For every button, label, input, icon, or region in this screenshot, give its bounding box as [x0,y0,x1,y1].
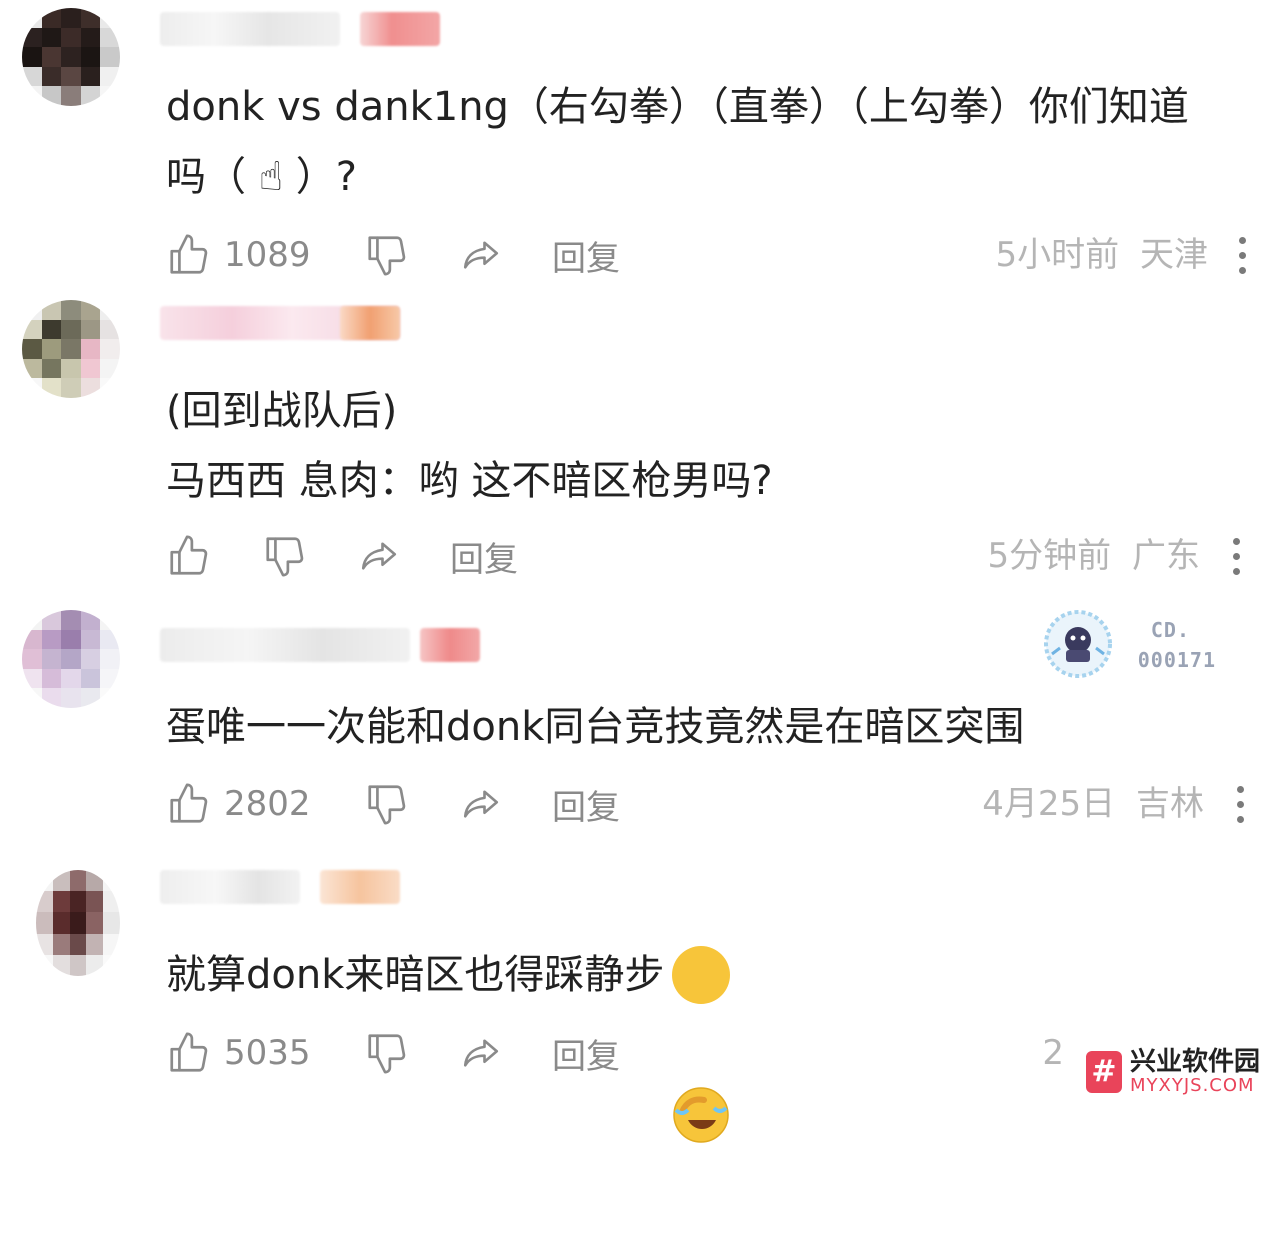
user-badge [320,870,400,904]
user-badge [360,12,440,46]
reply-button[interactable]: 回复 [450,532,518,581]
share-button[interactable] [358,535,400,577]
comment-time: 5分钟前 [987,536,1112,576]
thumbs-up-icon [166,781,212,827]
thumbs-down-icon [262,533,308,579]
comment-text: donk vs dank1ng（右勾拳）（直拳）（上勾拳）你们知道 吗（ ☝ ）… [166,84,1189,200]
username[interactable] [160,12,340,46]
watermark: # 兴业软件园 MYXYJS.COM [1085,1048,1260,1096]
thumbs-up-icon [166,533,212,579]
share-arrow-icon [358,535,400,577]
watermark-logo: # [1085,1051,1122,1093]
thumbs-up-icon [166,232,212,278]
dislike-button[interactable] [364,232,410,278]
reply-button[interactable]: 回复 [552,780,620,829]
like-count: 5035 [224,1033,311,1073]
username[interactable] [160,870,300,904]
dislike-button[interactable] [364,781,410,827]
reply-button[interactable]: 回复 [552,1029,620,1078]
avatar[interactable] [22,610,120,708]
share-arrow-icon [460,1032,502,1074]
like-button[interactable]: 2802 [166,781,324,827]
comment-meta: 4月25日 吉林 [982,774,1204,834]
more-button[interactable] [1232,225,1252,285]
like-count: 2802 [224,784,311,824]
share-button[interactable] [460,1032,502,1074]
comment-location: 广东 [1132,536,1200,576]
comment-location: 天津 [1140,235,1208,275]
comment-actions: 2802 回复 [166,774,620,834]
comment-3: CD. 000171 蛋唯一一次能和donk同台竞技竟然是在暗区突围 2802 … [0,600,1274,860]
share-arrow-icon [460,234,502,276]
comment-time: 5小时前 [995,235,1120,275]
more-vertical-icon [1232,537,1240,545]
thumbs-down-icon [364,781,410,827]
watermark-title: 兴业软件园 [1129,1047,1260,1077]
user-badge [340,306,400,340]
username[interactable] [160,628,410,662]
avatar[interactable] [22,8,120,106]
share-arrow-icon [460,783,502,825]
like-button[interactable]: 5035 [166,1030,324,1076]
like-button[interactable] [166,533,212,579]
medal-code-line2: 000171 [1137,648,1216,672]
share-button[interactable] [460,234,502,276]
avatar[interactable] [36,870,120,976]
thumbs-down-icon [364,1030,410,1076]
medal-badge[interactable] [1038,604,1118,684]
more-vertical-icon [1236,785,1244,793]
dislike-button[interactable] [262,533,308,579]
comment-meta: 5分钟前 广东 [988,526,1200,586]
thumbs-up-icon [166,1030,212,1076]
comment-actions: 1089 回复 [166,225,620,285]
medal-code-line1: CD. [1150,618,1190,642]
comment-text: 蛋唯一一次能和donk同台竞技竟然是在暗区突围 [166,704,1025,750]
comment-meta: 2 [1042,1023,1064,1083]
share-button[interactable] [460,783,502,825]
comment-text: 就算donk来暗区也得踩静步 [166,940,1246,1143]
reply-button[interactable]: 回复 [552,231,620,280]
comment-1: donk vs dank1ng（右勾拳）（直拳）（上勾拳）你们知道 吗（ ☝ ）… [0,0,1274,290]
comment-text: (回到战队后) 马西西 息肉：哟 这不暗区枪男吗? [166,388,773,504]
comment-time: 4月25日 [982,784,1116,824]
watermark-text: 兴业软件园 MYXYJS.COM [1130,1048,1260,1096]
like-count: 1089 [224,235,311,275]
watermark-url: MYXYJS.COM [1129,1075,1255,1096]
thumbs-down-icon [364,232,410,278]
laughing-face-emoji-icon [672,946,731,1143]
comment-2: (回到战队后) 马西西 息肉：哟 这不暗区枪男吗? 回复 5分钟前 广东 [0,300,1274,590]
like-button[interactable]: 1089 [166,232,324,278]
more-button[interactable] [1226,526,1246,586]
avatar[interactable] [22,300,120,398]
comment-actions: 5035 回复 [166,1023,620,1083]
comment-meta: 5小时前 天津 [996,225,1208,285]
user-badge [420,628,480,662]
more-button[interactable] [1230,774,1250,834]
more-vertical-icon [1238,236,1246,244]
comment-text-content: 就算donk来暗区也得踩静步 [166,952,665,998]
comment-4: 就算donk来暗区也得踩静步 5035 回复 2 [0,860,1274,1143]
comment-time: 2 [1042,1033,1064,1073]
comment-actions: 回复 [166,526,518,586]
dislike-button[interactable] [364,1030,410,1076]
comment-location: 吉林 [1136,784,1204,824]
